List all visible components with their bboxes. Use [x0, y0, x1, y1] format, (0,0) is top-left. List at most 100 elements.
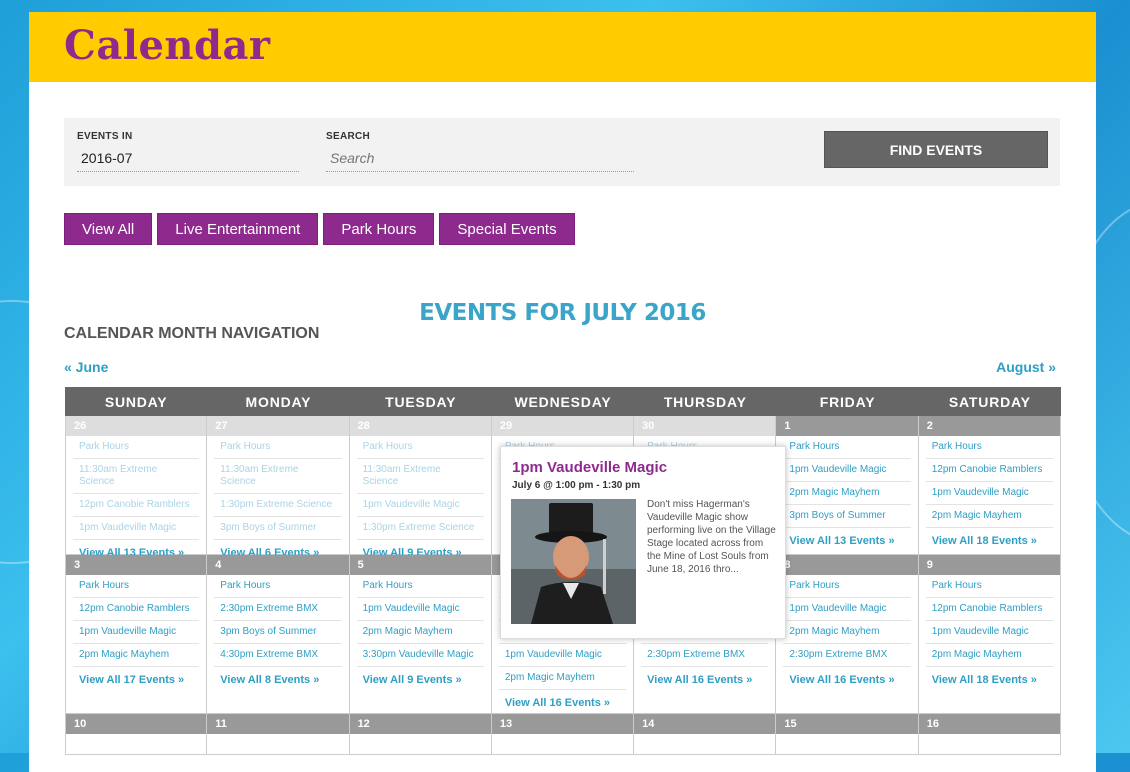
- event-link[interactable]: 12pm Canobie Ramblers: [73, 598, 200, 621]
- view-all-events-link[interactable]: View All 18 Events »: [919, 667, 1060, 686]
- weekday-header: MONDAY: [245, 393, 312, 410]
- tooltip-datetime: July 6 @ 1:00 pm - 1:30 pm: [512, 480, 641, 491]
- event-link[interactable]: 1:30pm Extreme Science: [214, 494, 342, 517]
- view-all-events-link[interactable]: View All 16 Events »: [776, 667, 917, 686]
- event-link[interactable]: Park Hours: [783, 575, 911, 598]
- event-link[interactable]: 3pm Boys of Summer: [214, 621, 342, 644]
- event-link[interactable]: 1pm Vaudeville Magic: [925, 482, 1053, 505]
- event-search-bar: EVENTS IN 2016-07 SEARCH FIND EVENTS: [64, 118, 1060, 186]
- event-link[interactable]: Park Hours: [925, 436, 1053, 459]
- day-cell: 10: [65, 714, 208, 755]
- day-cell: 9 Park Hours 12pm Canobie Ramblers 1pm Vaud…: [918, 555, 1061, 714]
- event-link[interactable]: 1pm Vaudeville Magic: [925, 621, 1053, 644]
- day-cell: 13: [491, 714, 635, 755]
- day-cell: 28 Park Hours 11:30am Extreme Science 1pm V…: [349, 416, 492, 559]
- filter-park-hours[interactable]: Park Hours: [323, 213, 435, 245]
- event-link[interactable]: 1:30pm Extreme Science: [356, 517, 484, 540]
- event-link[interactable]: 2pm Magic Mayhem: [73, 644, 200, 667]
- day-number: 5: [349, 555, 491, 575]
- filter-view-all[interactable]: View All: [64, 213, 153, 245]
- event-link[interactable]: 1pm Vaudeville Magic: [356, 494, 484, 517]
- event-link[interactable]: Park Hours: [783, 436, 911, 459]
- day-number: 28: [349, 416, 491, 436]
- event-link[interactable]: 12pm Canobie Ramblers: [925, 459, 1053, 482]
- day-cell: 16: [918, 714, 1061, 755]
- tooltip-description: Don't miss Hagerman's Vaudeville Magic s…: [647, 499, 776, 575]
- category-filters: View All Live Entertainment Park Hours S…: [64, 213, 575, 245]
- weekday-header: THURSDAY: [663, 393, 747, 410]
- event-link[interactable]: 1pm Vaudeville Magic: [783, 459, 911, 482]
- event-link[interactable]: 4:30pm Extreme BMX: [214, 644, 342, 667]
- page-title: Calendar: [64, 22, 271, 69]
- view-all-events-link[interactable]: View All 13 Events »: [776, 528, 917, 547]
- day-number: 12: [349, 714, 491, 734]
- event-link[interactable]: Park Hours: [356, 575, 484, 598]
- next-month-link[interactable]: August »: [996, 359, 1056, 375]
- day-number: 29: [491, 416, 634, 436]
- view-all-events-link[interactable]: View All 18 Events »: [919, 528, 1060, 547]
- event-link[interactable]: 12pm Canobie Ramblers: [925, 598, 1053, 621]
- prev-month-link[interactable]: « June: [64, 359, 108, 375]
- event-link[interactable]: 3pm Boys of Summer: [214, 517, 342, 540]
- event-link[interactable]: 2pm Magic Mayhem: [783, 482, 911, 505]
- day-number: 4: [207, 555, 349, 575]
- magician-photo-icon: [511, 499, 636, 624]
- event-link[interactable]: 2pm Magic Mayhem: [498, 667, 627, 690]
- view-all-events-link[interactable]: View All 17 Events »: [66, 667, 206, 686]
- event-link[interactable]: 3:30pm Vaudeville Magic: [356, 644, 484, 667]
- event-link[interactable]: 2:30pm Extreme BMX: [214, 598, 342, 621]
- event-link[interactable]: 11:30am Extreme Science: [214, 459, 342, 494]
- day-number: 1: [776, 416, 918, 436]
- view-all-events-link[interactable]: View All 9 Events »: [350, 667, 491, 686]
- event-link[interactable]: 1pm Vaudeville Magic: [783, 598, 911, 621]
- day-number: 8: [776, 555, 918, 575]
- day-number: 16: [918, 714, 1060, 734]
- event-link[interactable]: 11:30am Extreme Science: [73, 459, 200, 494]
- day-cell: 8 Park Hours 1pm Vaudeville Magic 2pm Magic…: [776, 555, 919, 714]
- event-link[interactable]: 2pm Magic Mayhem: [925, 644, 1053, 667]
- event-link[interactable]: Park Hours: [73, 436, 200, 459]
- search-label: SEARCH: [326, 131, 371, 142]
- day-cell: 2 Park Hours 12pm Canobie Ramblers 1pm Vaud…: [918, 416, 1061, 555]
- find-events-button[interactable]: FIND EVENTS: [824, 131, 1048, 168]
- search-field: SEARCH: [326, 131, 634, 172]
- event-link[interactable]: 3pm Boys of Summer: [783, 505, 911, 528]
- day-cell: 14: [634, 714, 777, 755]
- event-link[interactable]: Park Hours: [214, 436, 342, 459]
- event-link[interactable]: 1pm Vaudeville Magic: [356, 598, 484, 621]
- event-link[interactable]: 1pm Vaudeville Magic: [73, 621, 200, 644]
- day-number: 2: [918, 416, 1060, 436]
- event-link[interactable]: 2:30pm Extreme BMX: [641, 644, 769, 667]
- view-all-events-link[interactable]: View All 16 Events »: [492, 690, 633, 709]
- event-link[interactable]: 12pm Canobie Ramblers: [73, 494, 200, 517]
- day-number: 15: [776, 714, 918, 734]
- view-all-events-link[interactable]: View All 16 Events »: [634, 667, 775, 686]
- filter-special-events[interactable]: Special Events: [439, 213, 575, 245]
- day-number: 3: [66, 555, 207, 575]
- week-row: 10 11 12 13 14 15 16: [65, 714, 1061, 755]
- search-input[interactable]: [326, 148, 634, 172]
- event-tooltip: 1pm Vaudeville Magic July 6 @ 1:00 pm - …: [500, 446, 786, 639]
- day-cell: 4 Park Hours 2:30pm Extreme BMX 3pm Boys of…: [207, 555, 350, 714]
- day-cell: 1 Park Hours 1pm Vaudeville Magic 2pm Magic…: [776, 416, 919, 555]
- day-cell: 3 Park Hours 12pm Canobie Ramblers 1pm Vaud…: [65, 555, 208, 714]
- event-link[interactable]: 2:30pm Extreme BMX: [783, 644, 911, 667]
- view-all-events-link[interactable]: View All 8 Events »: [207, 667, 348, 686]
- events-in-input[interactable]: 2016-07: [77, 150, 299, 172]
- day-cell: 26 Park Hours 11:30am Extreme Science 12pm …: [65, 416, 208, 559]
- event-link[interactable]: Park Hours: [73, 575, 200, 598]
- event-link[interactable]: 1pm Vaudeville Magic: [73, 517, 200, 540]
- event-link[interactable]: 2pm Magic Mayhem: [356, 621, 484, 644]
- day-cell: 27 Park Hours 11:30am Extreme Science 1:30p…: [207, 416, 350, 559]
- day-number: 10: [66, 714, 207, 734]
- tooltip-title[interactable]: 1pm Vaudeville Magic: [512, 459, 667, 476]
- event-link[interactable]: 1pm Vaudeville Magic: [498, 644, 627, 667]
- event-link[interactable]: Park Hours: [925, 575, 1053, 598]
- event-link[interactable]: 11:30am Extreme Science: [356, 459, 484, 494]
- filter-live-entertainment[interactable]: Live Entertainment: [157, 213, 319, 245]
- page-header: Calendar: [29, 12, 1096, 82]
- event-link[interactable]: 2pm Magic Mayhem: [783, 621, 911, 644]
- event-link[interactable]: Park Hours: [356, 436, 484, 459]
- event-link[interactable]: Park Hours: [214, 575, 342, 598]
- event-link[interactable]: 2pm Magic Mayhem: [925, 505, 1053, 528]
